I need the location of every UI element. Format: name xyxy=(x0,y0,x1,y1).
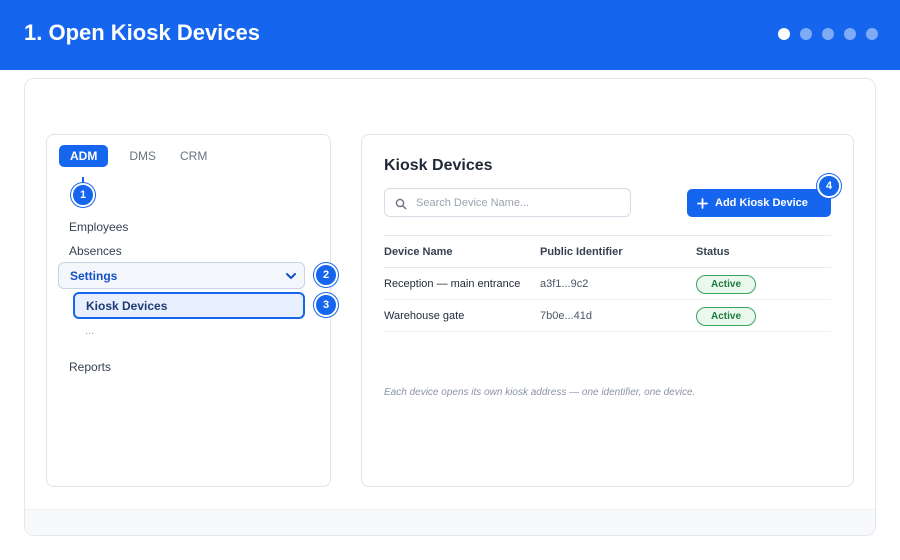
step-header: 1. Open Kiosk Devices xyxy=(0,0,900,70)
public-identifier: a3f1...9c2 xyxy=(540,277,589,290)
helper-note: Each device opens its own kiosk address … xyxy=(384,387,696,398)
table-header: Device Name Public Identifier Status xyxy=(384,235,831,268)
sidebar-item-absences[interactable]: Absences xyxy=(69,244,122,258)
tab-crm[interactable]: CRM xyxy=(180,145,207,167)
device-name: Reception — main entrance xyxy=(384,277,521,290)
search-box[interactable] xyxy=(384,188,631,217)
step-marker-3: 3 xyxy=(314,293,338,317)
column-header-device-name[interactable]: Device Name xyxy=(384,246,540,258)
public-identifier: 7b0e...41d xyxy=(540,309,592,322)
device-name: Warehouse gate xyxy=(384,309,465,322)
status-cell: Active xyxy=(696,274,831,294)
sidebar: ADM DMS CRM 1 Employees Absences Setting… xyxy=(46,134,338,487)
tab-adm[interactable]: ADM xyxy=(59,145,109,167)
sidebar-more: ... xyxy=(85,325,95,337)
page: 1. Open Kiosk Devices ADM DMS CRM 1 Empl… xyxy=(0,0,900,560)
column-header-public-identifier[interactable]: Public Identifier xyxy=(540,246,696,258)
page-title: Kiosk Devices xyxy=(384,157,493,174)
table-row[interactable]: Reception — main entrance a3f1...9c2 Act… xyxy=(384,268,831,300)
sidebar-item-label: Settings xyxy=(70,268,118,283)
kiosk-devices-panel: Kiosk Devices Add Kiosk Device 4 Device … xyxy=(361,134,854,487)
status-badge: Active xyxy=(696,306,757,326)
card-footer xyxy=(25,509,875,535)
sidebar-item-label: Kiosk Devices xyxy=(86,298,168,313)
chevron-down-icon xyxy=(284,269,298,283)
module-tabs: ADM DMS CRM xyxy=(59,145,231,167)
sidebar-item-kiosk-devices[interactable]: Kiosk Devices xyxy=(73,292,305,319)
step-title: 1. Open Kiosk Devices xyxy=(24,20,260,45)
add-button-label: Add Kiosk Device xyxy=(715,197,808,209)
sidebar-item-reports[interactable]: Reports xyxy=(69,360,111,374)
search-icon xyxy=(395,197,407,209)
sidebar-item-settings[interactable]: Settings xyxy=(58,262,305,289)
step-dot xyxy=(822,28,834,40)
add-kiosk-device-button[interactable]: Add Kiosk Device xyxy=(687,189,831,217)
tab-dms[interactable]: DMS xyxy=(129,145,156,167)
search-input[interactable] xyxy=(416,196,616,209)
status-cell: Active xyxy=(696,306,831,326)
step-dot xyxy=(866,28,878,40)
status-badge: Active xyxy=(696,274,757,294)
step-marker-1: 1 xyxy=(71,183,95,207)
step-dot xyxy=(800,28,812,40)
devices-table: Device Name Public Identifier Status Rec… xyxy=(384,235,831,332)
step-marker-4: 4 xyxy=(817,174,841,198)
step-indicator xyxy=(778,28,878,40)
column-header-status[interactable]: Status xyxy=(696,246,831,258)
step-dot xyxy=(844,28,856,40)
sidebar-item-employees[interactable]: Employees xyxy=(69,220,128,234)
plus-icon xyxy=(697,197,708,209)
step-dot xyxy=(778,28,790,40)
step-marker-2: 2 xyxy=(314,263,338,287)
table-row[interactable]: Warehouse gate 7b0e...41d Active xyxy=(384,300,831,332)
